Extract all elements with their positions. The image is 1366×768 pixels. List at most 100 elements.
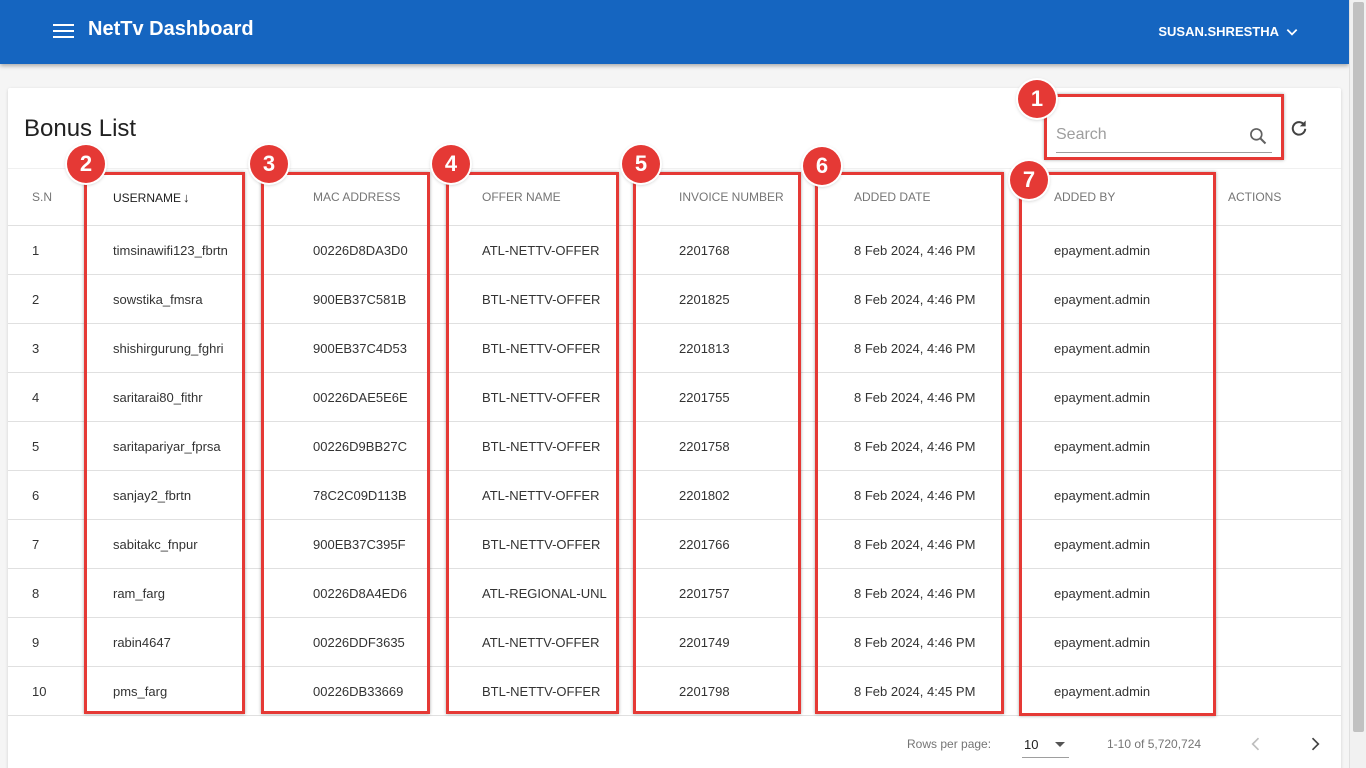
scrollbar-thumb[interactable] bbox=[1353, 2, 1364, 732]
cell-mac-address: 00226DDF3635 bbox=[313, 617, 482, 667]
header-actions: ACTIONS bbox=[1228, 168, 1341, 226]
rows-per-page-label: Rows per page: bbox=[907, 737, 992, 751]
pagination: Rows per page: 10 1-10 of 5,720,724 bbox=[8, 726, 1341, 764]
rows-per-page-value: 10 bbox=[1024, 737, 1039, 752]
cell-actions bbox=[1228, 372, 1341, 422]
cell-mac-address: 00226DB33669 bbox=[313, 666, 482, 716]
cell-added-date: 8 Feb 2024, 4:46 PM bbox=[854, 421, 1054, 471]
cell-offer-name: BTL-NETTV-OFFER bbox=[482, 274, 679, 324]
chevron-left-icon[interactable] bbox=[1246, 734, 1266, 754]
cell-sn: 7 bbox=[8, 519, 113, 569]
annotation-badge-5: 5 bbox=[622, 145, 660, 183]
cell-sn: 8 bbox=[8, 568, 113, 618]
cell-added-date: 8 Feb 2024, 4:46 PM bbox=[854, 323, 1054, 373]
cell-invoice-number: 2201757 bbox=[679, 568, 854, 618]
cell-offer-name: BTL-NETTV-OFFER bbox=[482, 421, 679, 471]
cell-added-by: epayment.admin bbox=[1054, 470, 1228, 520]
cell-sn: 1 bbox=[8, 225, 113, 275]
cell-invoice-number: 2201813 bbox=[679, 323, 854, 373]
table-row[interactable]: 3 shishirgurung_fghri 900EB37C4D53 BTL-NETT… bbox=[8, 323, 1341, 373]
cell-mac-address: 00226D9BB27C bbox=[313, 421, 482, 471]
cell-invoice-number: 2201825 bbox=[679, 274, 854, 324]
cell-offer-name: BTL-NETTV-OFFER bbox=[482, 323, 679, 373]
cell-actions bbox=[1228, 666, 1341, 716]
cell-added-date: 8 Feb 2024, 4:46 PM bbox=[854, 568, 1054, 618]
annotation-badge-2: 2 bbox=[67, 145, 105, 183]
cell-actions bbox=[1228, 568, 1341, 618]
cell-added-date: 8 Feb 2024, 4:46 PM bbox=[854, 470, 1054, 520]
cell-username: rabin4647 bbox=[113, 617, 313, 667]
cell-username: pms_farg bbox=[113, 666, 313, 716]
refresh-icon[interactable] bbox=[1289, 118, 1309, 138]
cell-mac-address: 00226D8DA3D0 bbox=[313, 225, 482, 275]
annotation-badge-3: 3 bbox=[250, 145, 288, 183]
cell-actions bbox=[1228, 519, 1341, 569]
cell-added-by: epayment.admin bbox=[1054, 225, 1228, 275]
cell-sn: 10 bbox=[8, 666, 113, 716]
cell-invoice-number: 2201798 bbox=[679, 666, 854, 716]
cell-username: ram_farg bbox=[113, 568, 313, 618]
cell-username: sanjay2_fbrtn bbox=[113, 470, 313, 520]
cell-mac-address: 78C2C09D113B bbox=[313, 470, 482, 520]
cell-added-by: epayment.admin bbox=[1054, 323, 1228, 373]
cell-invoice-number: 2201749 bbox=[679, 617, 854, 667]
cell-mac-address: 900EB37C395F bbox=[313, 519, 482, 569]
cell-username: sabitakc_fnpur bbox=[113, 519, 313, 569]
cell-added-date: 8 Feb 2024, 4:46 PM bbox=[854, 225, 1054, 275]
user-name: SUSAN.SHRESTHA bbox=[1158, 24, 1279, 39]
header-username[interactable]: USERNAME ↓ bbox=[113, 168, 313, 226]
table-row[interactable]: 10 pms_farg 00226DB33669 BTL-NETTV-OFFER 220… bbox=[8, 666, 1341, 716]
bonus-table: S.N USERNAME ↓ MAC ADDRESS OFFER NAME INV… bbox=[8, 168, 1341, 716]
header-username-label: USERNAME bbox=[113, 190, 182, 205]
table-row[interactable]: 1 timsinawifi123_fbrtn 00226D8DA3D0 ATL-NET… bbox=[8, 225, 1341, 275]
cell-added-date: 8 Feb 2024, 4:46 PM bbox=[854, 274, 1054, 324]
cell-added-by: epayment.admin bbox=[1054, 666, 1228, 716]
cell-offer-name: BTL-NETTV-OFFER bbox=[482, 372, 679, 422]
table-row[interactable]: 2 sowstika_fmsra 900EB37C581B BTL-NETTV-OFF… bbox=[8, 274, 1341, 324]
cell-added-by: epayment.admin bbox=[1054, 568, 1228, 618]
table-row[interactable]: 9 rabin4647 00226DDF3635 ATL-NETTV-OFFER 220… bbox=[8, 617, 1341, 667]
cell-invoice-number: 2201766 bbox=[679, 519, 854, 569]
cell-sn: 4 bbox=[8, 372, 113, 422]
chevron-right-icon[interactable] bbox=[1305, 734, 1325, 754]
cell-mac-address: 00226D8A4ED6 bbox=[313, 568, 482, 618]
table-body: 1 timsinawifi123_fbrtn 00226D8DA3D0 ATL-NET… bbox=[8, 225, 1341, 716]
cell-offer-name: BTL-NETTV-OFFER bbox=[482, 519, 679, 569]
cell-added-date: 8 Feb 2024, 4:46 PM bbox=[854, 519, 1054, 569]
cell-added-by: epayment.admin bbox=[1054, 617, 1228, 667]
rows-per-page-select[interactable]: 10 bbox=[1022, 730, 1069, 758]
cell-actions bbox=[1228, 323, 1341, 373]
table-row[interactable]: 5 saritapariyar_fprsa 00226D9BB27C BTL-NETT… bbox=[8, 421, 1341, 471]
cell-sn: 5 bbox=[8, 421, 113, 471]
cell-username: shishirgurung_fghri bbox=[113, 323, 313, 373]
cell-invoice-number: 2201758 bbox=[679, 421, 854, 471]
page-title: Bonus List bbox=[24, 115, 137, 142]
cell-added-by: epayment.admin bbox=[1054, 372, 1228, 422]
table-row[interactable]: 4 saritarai80_fithr 00226DAE5E6E BTL-NETTV-… bbox=[8, 372, 1341, 422]
table-row[interactable]: 6 sanjay2_fbrtn 78C2C09D113B ATL-NETTV-OFFE… bbox=[8, 470, 1341, 520]
cell-offer-name: BTL-NETTV-OFFER bbox=[482, 666, 679, 716]
search-input[interactable] bbox=[1056, 120, 1236, 150]
cell-sn: 3 bbox=[8, 323, 113, 373]
vertical-scrollbar[interactable] bbox=[1349, 0, 1366, 768]
search-box bbox=[1056, 120, 1272, 153]
table-header-row: S.N USERNAME ↓ MAC ADDRESS OFFER NAME INV… bbox=[8, 168, 1341, 226]
cell-added-by: epayment.admin bbox=[1054, 274, 1228, 324]
cell-actions bbox=[1228, 617, 1341, 667]
cell-mac-address: 900EB37C4D53 bbox=[313, 323, 482, 373]
table-row[interactable]: 8 ram_farg 00226D8A4ED6 ATL-REGIONAL-UNL 220… bbox=[8, 568, 1341, 618]
bonus-list-card: Bonus List S.N USERNAME↓ MAC ADDRESS OFF… bbox=[8, 88, 1341, 768]
search-icon[interactable] bbox=[1248, 126, 1268, 146]
menu-icon[interactable] bbox=[53, 24, 74, 40]
cell-added-by: epayment.admin bbox=[1054, 519, 1228, 569]
cell-sn: 2 bbox=[8, 274, 113, 324]
app-title: NetTv Dashboard bbox=[88, 18, 254, 40]
header-added-by[interactable]: ADDED BY bbox=[1054, 168, 1228, 226]
table-row[interactable]: 7 sabitakc_fnpur 900EB37C395F BTL-NETTV-OFF… bbox=[8, 519, 1341, 569]
cell-username: sowstika_fmsra bbox=[113, 274, 313, 324]
cell-added-by: epayment.admin bbox=[1054, 421, 1228, 471]
user-menu[interactable]: SUSAN.SHRESTHA bbox=[1158, 24, 1299, 39]
cell-added-date: 8 Feb 2024, 4:45 PM bbox=[854, 666, 1054, 716]
cell-actions bbox=[1228, 470, 1341, 520]
cell-mac-address: 900EB37C581B bbox=[313, 274, 482, 324]
